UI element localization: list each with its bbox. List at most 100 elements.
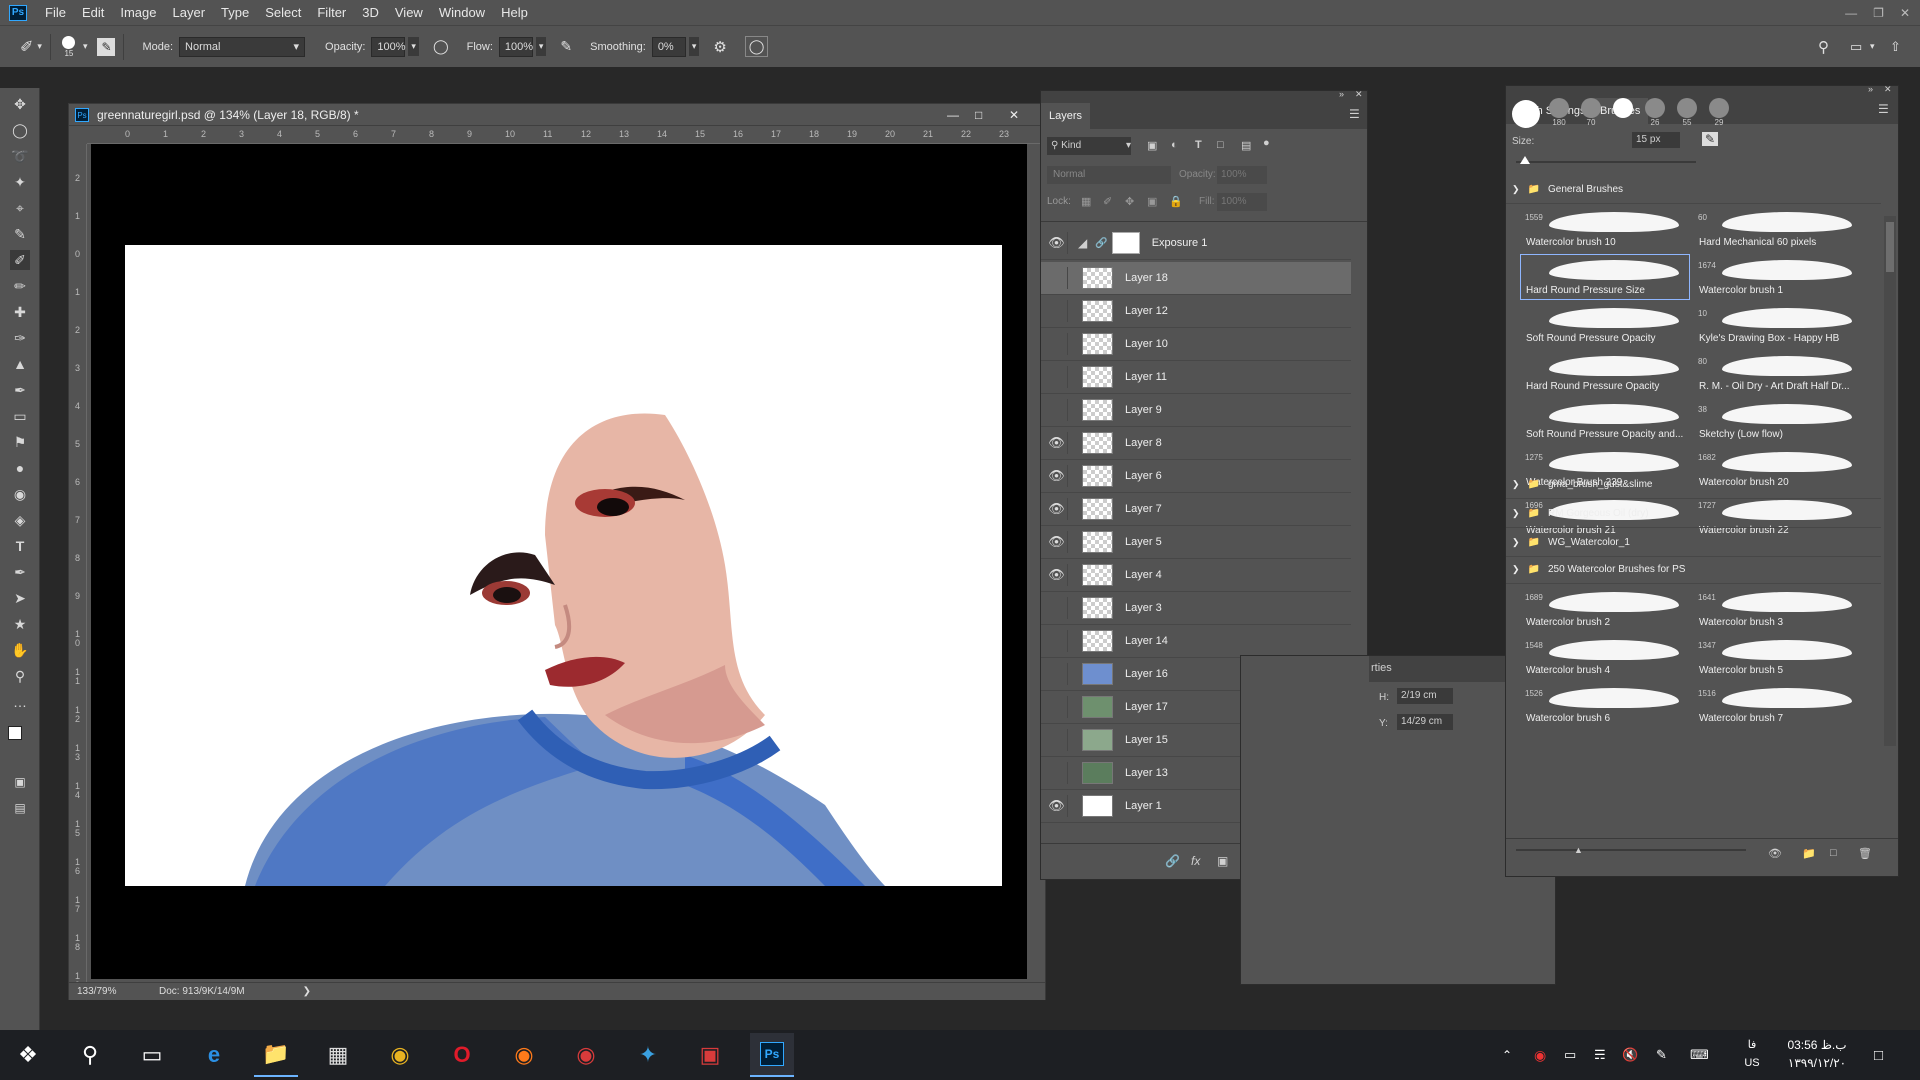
input-language[interactable]: فا US <box>1740 1036 1764 1072</box>
battery-icon[interactable]: ▭ <box>1564 1047 1576 1063</box>
paint-bucket-tool-icon[interactable]: ⚑ <box>10 432 30 452</box>
layer-row[interactable]: 👁 Layer 5 <box>1041 526 1351 559</box>
tray-chevron-icon[interactable]: ⌃ <box>1502 1048 1512 1062</box>
mixer-brush-tool-icon[interactable]: ✑ <box>10 328 30 348</box>
size-input[interactable]: 15 px <box>1632 132 1680 148</box>
visibility-eye-icon[interactable]: 👁 <box>1046 465 1068 487</box>
create-brush-icon[interactable]: ✎ <box>1702 132 1719 146</box>
brush-preset[interactable]: 1641 Watercolor brush 3 <box>1693 586 1863 632</box>
smoothing-options-gear-icon[interactable]: ⚙ <box>713 38 726 56</box>
menu-help[interactable]: Help <box>493 0 536 25</box>
crop-tool-icon[interactable]: ⌖ <box>10 198 30 218</box>
menu-edit[interactable]: Edit <box>74 0 112 25</box>
menu-3d[interactable]: 3D <box>354 0 387 25</box>
toggle-preview-icon[interactable]: 👁 <box>1768 847 1782 860</box>
notification-icon[interactable]: □ <box>1874 1047 1883 1064</box>
visibility-eye-icon[interactable]: 👁 <box>1046 795 1068 817</box>
mode-select[interactable]: Normal ▾ <box>179 36 306 57</box>
lock-position-icon[interactable]: ✥ <box>1125 195 1134 208</box>
scrollbar-thumb[interactable] <box>1886 222 1894 272</box>
keyboard-icon[interactable]: ⌨ <box>1690 1047 1709 1063</box>
brush-preset[interactable]: 1526 Watercolor brush 6 <box>1520 682 1690 728</box>
link-layers-icon[interactable]: 🔗 <box>1165 854 1180 868</box>
filter-kind-select[interactable]: ⚲ Kind ▾ <box>1047 137 1131 155</box>
type-tool-icon[interactable]: T <box>10 536 30 556</box>
custom-shape-tool-icon[interactable]: ★ <box>10 614 30 634</box>
brush-preset[interactable]: 10 Kyle's Drawing Box - Happy HB <box>1693 302 1863 348</box>
edge-browser-icon[interactable]: e <box>192 1033 236 1077</box>
smoothing-input[interactable]: 0% <box>651 36 686 57</box>
close-panel-icon[interactable]: ✕ <box>1884 84 1892 95</box>
close-icon[interactable]: ✕ <box>1900 6 1910 20</box>
app-red-icon[interactable]: ◉ <box>564 1033 608 1077</box>
lock-image-icon[interactable]: ✐ <box>1103 195 1112 208</box>
layer-fill-input[interactable]: 100% <box>1217 193 1267 211</box>
brush-preset[interactable]: 1548 Watercolor brush 4 <box>1520 634 1690 680</box>
blend-mode-select[interactable]: Normal <box>1047 166 1171 184</box>
photoshop-taskbar-icon[interactable]: Ps <box>750 1033 794 1077</box>
pen-icon[interactable]: ✎ <box>1656 1047 1667 1063</box>
dodge-tool-icon[interactable]: ◉ <box>10 484 30 504</box>
size-slider[interactable] <box>1516 161 1696 163</box>
recent-brush-tip[interactable] <box>1512 100 1540 128</box>
brush-picker-dropdown-icon[interactable]: ▾ <box>83 41 88 52</box>
brush-preset[interactable]: 38 Sketchy (Low flow) <box>1693 398 1863 444</box>
foreground-color-swatch[interactable] <box>8 726 22 740</box>
zoom-level[interactable]: 133/79% <box>77 986 147 997</box>
canvas-pasteboard[interactable] <box>91 144 1027 979</box>
filter-pixel-icon[interactable]: ▣ <box>1147 139 1157 152</box>
opera-icon[interactable]: O <box>440 1033 484 1077</box>
chrome-icon[interactable]: ◉ <box>378 1033 422 1077</box>
workspace-icon[interactable]: ▭ <box>1850 39 1862 55</box>
brush-preset[interactable]: Hard Round Pressure Size <box>1520 254 1690 300</box>
brush-preset[interactable]: 1516 Watercolor brush 7 <box>1693 682 1863 728</box>
history-brush-tool-icon[interactable]: ✒ <box>10 380 30 400</box>
recent-brush-tip[interactable]: 70 <box>1578 98 1604 128</box>
more-tools-icon[interactable]: … <box>10 692 30 712</box>
app-pdf-icon[interactable]: ▣ <box>688 1033 732 1077</box>
document-maximize-icon[interactable]: □ <box>975 108 982 122</box>
brushes-scrollbar[interactable] <box>1884 216 1896 746</box>
layer-row[interactable]: Layer 3 <box>1041 592 1351 625</box>
tool-preset-dropdown-icon[interactable]: ▾ <box>37 41 42 52</box>
zoom-tool-icon[interactable]: ⚲ <box>10 666 30 686</box>
volume-icon[interactable]: 🔇 <box>1622 1047 1638 1063</box>
pressure-size-icon[interactable]: ◯ <box>744 36 769 57</box>
screen-mode-icon[interactable]: ▤ <box>10 798 30 818</box>
opacity-input[interactable]: 100% <box>371 36 406 57</box>
visibility-eye-icon[interactable] <box>1046 630 1068 652</box>
filter-adjustment-icon[interactable]: ◐ <box>1171 139 1178 151</box>
airbrush-icon[interactable]: ✎ <box>560 38 572 55</box>
brush-preset[interactable]: Soft Round Pressure Opacity <box>1520 302 1690 348</box>
brush-preset[interactable]: 1559 Watercolor brush 10 <box>1520 206 1690 252</box>
visibility-eye-icon[interactable]: 👁 <box>1046 531 1068 553</box>
search-icon[interactable]: ⚲ <box>1818 38 1829 56</box>
layer-row[interactable]: Layer 14 <box>1041 625 1351 658</box>
new-folder-icon[interactable]: 📁 <box>1802 847 1816 860</box>
clone-stamp-tool-icon[interactable]: ▲ <box>10 354 30 374</box>
smoothing-dropdown-icon[interactable]: ▾ <box>688 37 700 56</box>
layer-row[interactable]: Layer 9 <box>1041 394 1351 427</box>
add-mask-icon[interactable]: ▣ <box>1217 854 1228 868</box>
menu-filter[interactable]: Filter <box>309 0 354 25</box>
minimize-icon[interactable]: — <box>1845 6 1857 20</box>
recent-brush-tip[interactable]: 55 <box>1674 98 1700 128</box>
collapse-panel-icon[interactable]: » <box>1339 89 1344 99</box>
path-selection-tool-icon[interactable]: ➤ <box>10 588 30 608</box>
panel-menu-icon[interactable]: ☰ <box>1349 107 1360 121</box>
size-slider-handle[interactable] <box>1520 156 1530 164</box>
menu-file[interactable]: File <box>37 0 74 25</box>
menu-image[interactable]: Image <box>112 0 164 25</box>
filter-type-icon[interactable]: T <box>1195 139 1202 151</box>
panel-menu-icon[interactable]: ☰ <box>1878 102 1889 116</box>
folder-watercolor-brushes[interactable]: ❯ 📁 250 Watercolor Brushes for PS <box>1506 556 1881 584</box>
visibility-eye-icon[interactable] <box>1046 597 1068 619</box>
eyedropper-tool-icon[interactable]: ✎ <box>10 224 30 244</box>
layer-row-exposure[interactable]: 👁 ◢ 🔗 Exposure 1 <box>1041 227 1351 260</box>
visibility-eye-icon[interactable] <box>1046 696 1068 718</box>
menu-view[interactable]: View <box>387 0 431 25</box>
new-brush-icon[interactable]: □ <box>1830 847 1837 859</box>
brush-preset[interactable]: Soft Round Pressure Opacity and... <box>1520 398 1690 444</box>
visibility-eye-icon[interactable]: 👁 <box>1046 564 1068 586</box>
layer-row[interactable]: Layer 11 <box>1041 361 1351 394</box>
